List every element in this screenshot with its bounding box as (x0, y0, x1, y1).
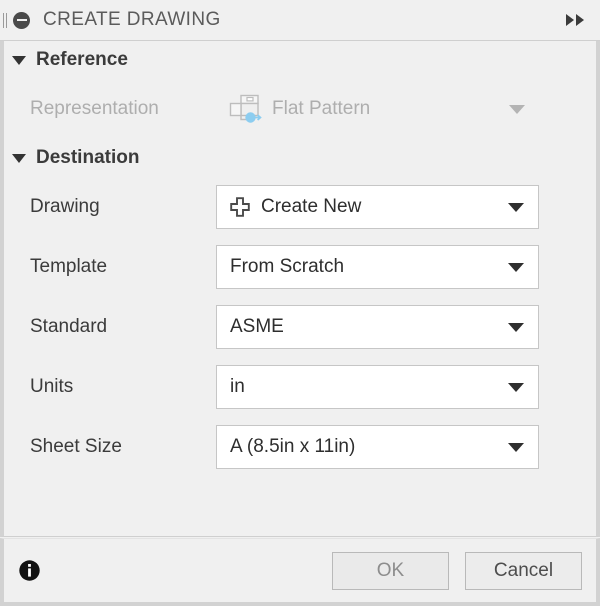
ok-button[interactable]: OK (332, 552, 449, 590)
row-sheet-size: Sheet Size A (8.5in x 11in) (4, 417, 596, 477)
value-sheet-size: A (8.5in x 11in) (230, 436, 355, 458)
label-representation: Representation (30, 98, 216, 120)
cancel-button[interactable]: Cancel (465, 552, 582, 590)
value-standard: ASME (230, 316, 284, 338)
dropdown-units[interactable]: in (216, 365, 539, 409)
section-header-reference[interactable]: Reference (4, 41, 596, 79)
panel-titlebar: CREATE DRAWING (0, 0, 600, 41)
chevron-down-icon (508, 263, 524, 272)
plus-icon (230, 197, 250, 217)
value-template: From Scratch (230, 256, 344, 278)
chevron-down-icon (509, 105, 525, 114)
label-drawing: Drawing (30, 196, 216, 218)
section-title-destination: Destination (36, 147, 139, 169)
triangle-down-icon (12, 154, 26, 163)
label-standard: Standard (30, 316, 216, 338)
row-representation: Representation Flat Pattern (4, 79, 596, 139)
section-header-destination[interactable]: Destination (4, 139, 596, 177)
minus-circle-icon[interactable] (13, 12, 30, 29)
label-template: Template (30, 256, 216, 278)
triangle-down-icon (12, 56, 26, 65)
footer-buttons: OK Cancel (316, 552, 582, 590)
value-units: in (230, 376, 245, 398)
label-units: Units (30, 376, 216, 398)
chevron-down-icon (508, 323, 524, 332)
create-drawing-panel: CREATE DRAWING Reference Representation (0, 0, 600, 606)
double-chevron-right-icon[interactable] (565, 13, 587, 27)
label-sheet-size: Sheet Size (30, 436, 216, 458)
page-title: CREATE DRAWING (43, 9, 221, 31)
value-representation: Flat Pattern (272, 98, 370, 120)
panel-footer: OK Cancel (0, 538, 600, 606)
flat-pattern-icon (228, 94, 262, 124)
row-drawing: Drawing Create New (4, 177, 596, 237)
info-circle-icon[interactable] (18, 559, 41, 582)
drag-grip-icon[interactable] (0, 0, 9, 41)
section-title-reference: Reference (36, 49, 128, 71)
chevron-down-icon (508, 383, 524, 392)
value-drawing: Create New (261, 196, 361, 218)
dropdown-sheet-size[interactable]: A (8.5in x 11in) (216, 425, 539, 469)
dropdown-drawing[interactable]: Create New (216, 185, 539, 229)
row-units: Units in (4, 357, 596, 417)
row-standard: Standard ASME (4, 297, 596, 357)
dropdown-standard[interactable]: ASME (216, 305, 539, 349)
panel-content: Reference Representation Flat Pattern (0, 41, 600, 537)
dropdown-template[interactable]: From Scratch (216, 245, 539, 289)
chevron-down-icon (508, 203, 524, 212)
chevron-down-icon (508, 443, 524, 452)
dropdown-representation: Flat Pattern (216, 87, 539, 131)
row-template: Template From Scratch (4, 237, 596, 297)
